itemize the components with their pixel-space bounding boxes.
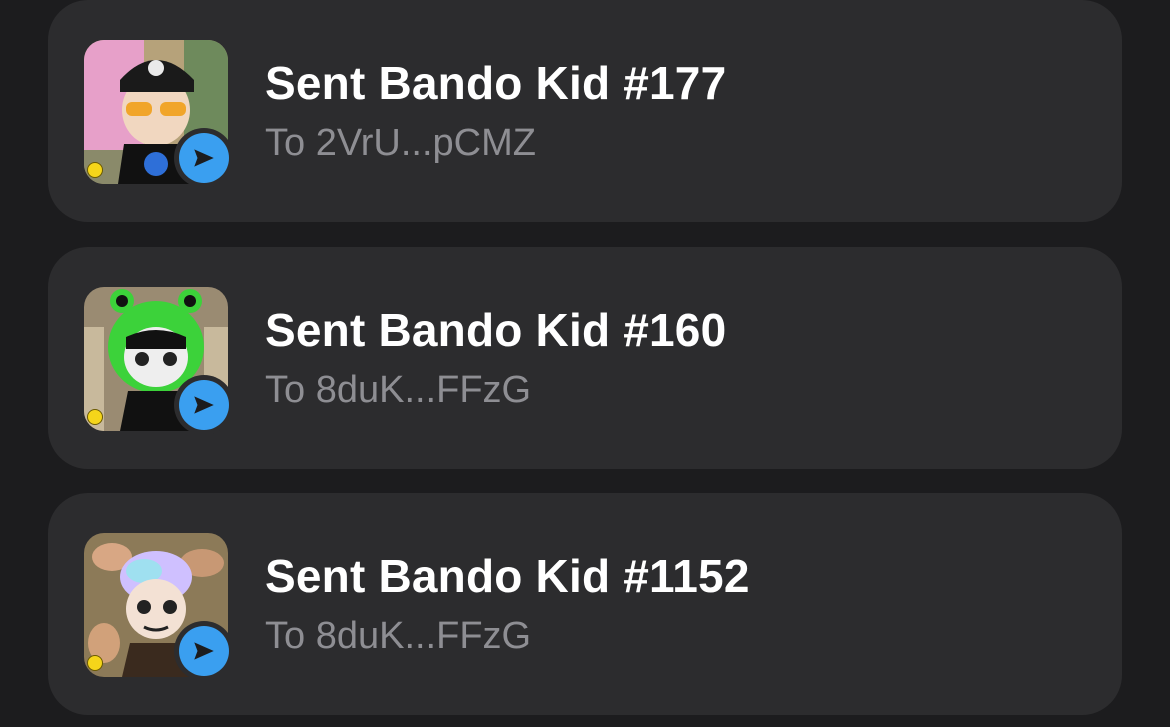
activity-list: Sent Bando Kid #177 To 2VrU...pCMZ Sent … <box>0 0 1170 727</box>
send-badge <box>174 621 234 681</box>
activity-item[interactable]: Sent Bando Kid #160 To 8duK...FFzG <box>48 247 1122 469</box>
nft-thumbnail-container <box>84 533 234 681</box>
smiley-icon <box>87 162 103 178</box>
send-badge <box>174 128 234 188</box>
smiley-icon <box>87 655 103 671</box>
activity-recipient: To 8duK...FFzG <box>265 369 532 411</box>
nft-thumbnail-container <box>84 287 234 435</box>
send-arrow-icon <box>179 626 229 676</box>
activity-title: Sent Bando Kid #160 <box>265 304 727 356</box>
send-arrow-icon <box>179 133 229 183</box>
activity-title: Sent Bando Kid #1152 <box>265 550 750 602</box>
activity-recipient: To 8duK...FFzG <box>265 615 532 657</box>
nft-thumbnail-container <box>84 40 234 188</box>
activity-title: Sent Bando Kid #177 <box>265 57 727 109</box>
activity-item[interactable]: Sent Bando Kid #1152 To 8duK...FFzG <box>48 493 1122 715</box>
activity-recipient: To 2VrU...pCMZ <box>265 122 536 164</box>
smiley-icon <box>87 409 103 425</box>
activity-item[interactable]: Sent Bando Kid #177 To 2VrU...pCMZ <box>48 0 1122 222</box>
send-arrow-icon <box>179 380 229 430</box>
send-badge <box>174 375 234 435</box>
